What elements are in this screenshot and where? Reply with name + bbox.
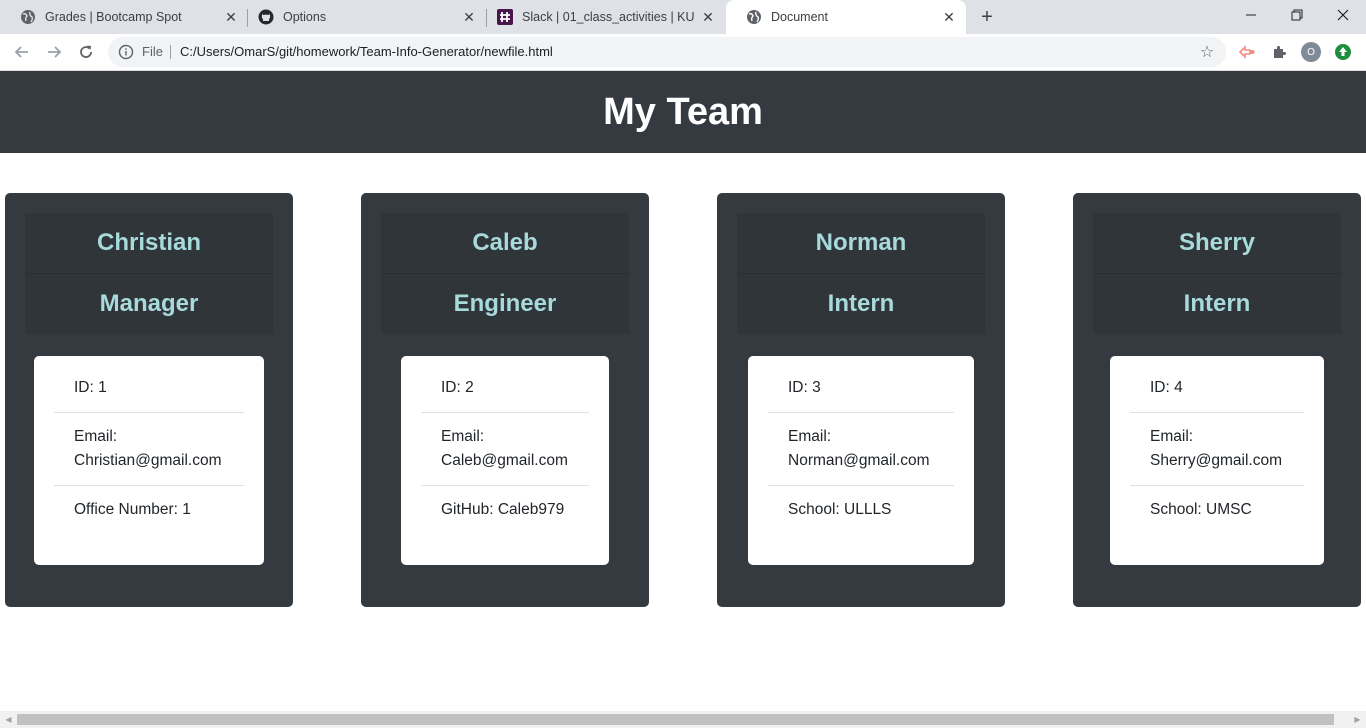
email-label: Email:: [788, 428, 832, 445]
card-header: Christian Manager: [25, 213, 273, 334]
tab-title: Document: [771, 10, 828, 24]
page-viewport: My Team Christian Manager ID: 1 Email: C…: [0, 71, 1366, 711]
github-icon: [258, 9, 274, 25]
card-body: ID: 3 Email: Norman@gmail.com School: UL…: [748, 356, 974, 565]
url-divider: [170, 45, 171, 59]
employee-role: Intern: [827, 290, 895, 317]
employee-name: Caleb: [381, 213, 629, 274]
email-label: Email:: [74, 428, 118, 445]
tab-slack[interactable]: Slack | 01_class_activities | KU-ED ✕: [477, 0, 725, 34]
tab-title: Slack | 01_class_activities | KU-ED: [522, 10, 694, 24]
employee-office: Office Number: 1: [74, 501, 191, 518]
slack-icon: [497, 9, 513, 25]
employee-id: ID: 1: [54, 356, 244, 413]
employee-email: Norman@gmail.com: [788, 452, 930, 469]
employee-email: Sherry@gmail.com: [1150, 452, 1283, 469]
close-tab-icon[interactable]: ✕: [941, 9, 957, 25]
browser-toolbar: File C:/Users/OmarS/git/homework/Team-In…: [0, 34, 1366, 71]
card-header: Caleb Engineer: [381, 213, 629, 334]
employee-github: GitHub: Caleb979: [441, 501, 565, 518]
avatar-initial: O: [1307, 46, 1315, 58]
forward-button[interactable]: [40, 38, 68, 66]
employee-school: School: UMSC: [1150, 501, 1252, 518]
email-label: Email:: [441, 428, 485, 445]
reload-button[interactable]: [72, 38, 100, 66]
employee-name: Norman: [737, 213, 985, 274]
employee-email: Christian@gmail.com: [74, 452, 222, 469]
tab-strip: Grades | Bootcamp Spot ✕ Options ✕ Slack…: [0, 0, 1366, 34]
employee-card-intern: Sherry Intern ID: 4 Email: Sherry@gmail.…: [1073, 193, 1361, 607]
globe-icon: [20, 9, 36, 25]
employee-role: Engineer: [453, 290, 557, 317]
close-tab-icon[interactable]: ✕: [223, 9, 239, 25]
tab-grades[interactable]: Grades | Bootcamp Spot ✕: [0, 0, 248, 34]
new-tab-button[interactable]: +: [975, 5, 999, 29]
close-tab-icon[interactable]: ✕: [461, 9, 477, 25]
minimize-button[interactable]: [1228, 0, 1274, 30]
card-body: ID: 1 Email: Christian@gmail.com Office …: [34, 356, 264, 565]
restore-button[interactable]: [1274, 0, 1320, 30]
employee-role: Manager: [99, 290, 199, 317]
url-scheme-label: File: [142, 44, 163, 59]
tab-document[interactable]: Document ✕: [726, 0, 966, 34]
employee-card-engineer: Caleb Engineer ID: 2 Email: Caleb@gmail.…: [361, 193, 649, 607]
employee-card-manager: Christian Manager ID: 1 Email: Christian…: [5, 193, 293, 607]
puzzle-icon[interactable]: [1269, 42, 1289, 62]
tab-title: Grades | Bootcamp Spot: [45, 10, 182, 24]
employee-email-row: Email: Norman@gmail.com: [768, 413, 954, 486]
employee-name: Sherry: [1093, 213, 1341, 274]
employee-card-intern: Norman Intern ID: 3 Email: Norman@gmail.…: [717, 193, 1005, 607]
employee-email-row: Email: Christian@gmail.com: [54, 413, 244, 486]
card-header: Sherry Intern: [1093, 213, 1341, 334]
employee-id: ID: 4: [1130, 356, 1304, 413]
employee-school: School: ULLLS: [788, 501, 892, 518]
employee-id: ID: 3: [768, 356, 954, 413]
employee-role: Intern: [1183, 290, 1251, 317]
address-bar[interactable]: File C:/Users/OmarS/git/homework/Team-In…: [108, 37, 1226, 67]
employee-email-row: Email: Sherry@gmail.com: [1130, 413, 1304, 486]
scroll-right-icon[interactable]: ▶: [1349, 711, 1366, 728]
avatar[interactable]: O: [1301, 42, 1321, 62]
extension-icon[interactable]: [1237, 42, 1257, 62]
info-icon[interactable]: [118, 44, 134, 60]
card-header: Norman Intern: [737, 213, 985, 334]
tab-options[interactable]: Options ✕: [238, 0, 486, 34]
bookmark-star-icon[interactable]: ☆: [1198, 43, 1216, 61]
close-window-button[interactable]: [1320, 0, 1366, 30]
employee-email: Caleb@gmail.com: [441, 452, 568, 469]
back-button[interactable]: [8, 38, 36, 66]
globe-icon: [746, 9, 762, 25]
close-tab-icon[interactable]: ✕: [700, 9, 716, 25]
url-text[interactable]: C:/Users/OmarS/git/homework/Team-Info-Ge…: [180, 44, 553, 59]
page-header: My Team: [0, 71, 1366, 153]
update-icon[interactable]: [1333, 42, 1353, 62]
scrollbar-thumb[interactable]: [17, 714, 1334, 725]
page-title: My Team: [603, 90, 763, 133]
card-body: ID: 2 Email: Caleb@gmail.com GitHub: Cal…: [401, 356, 609, 565]
card-body: ID: 4 Email: Sherry@gmail.com School: UM…: [1110, 356, 1324, 565]
employee-name: Christian: [25, 213, 273, 274]
scroll-left-icon[interactable]: ◀: [0, 711, 17, 728]
email-label: Email:: [1150, 428, 1194, 445]
employee-email-row: Email: Caleb@gmail.com: [421, 413, 589, 486]
horizontal-scrollbar[interactable]: ◀ ▶: [0, 711, 1366, 728]
tab-title: Options: [283, 10, 327, 24]
employee-id: ID: 2: [421, 356, 589, 413]
